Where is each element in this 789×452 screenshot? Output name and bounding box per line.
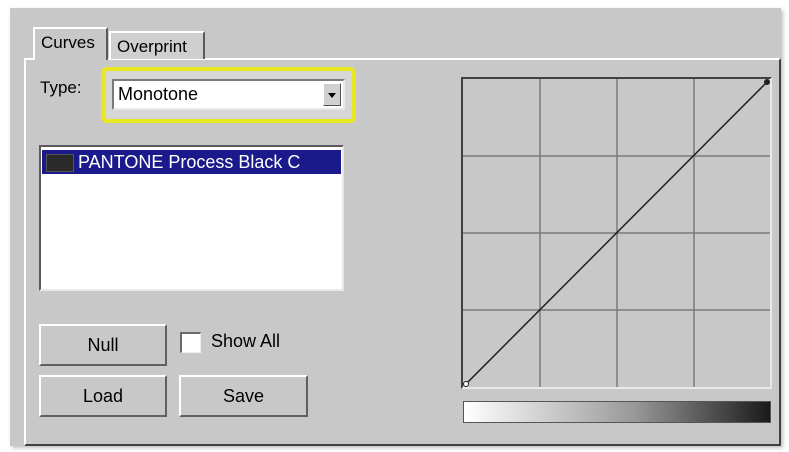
null-button[interactable]: Null (39, 324, 167, 366)
tab-overprint[interactable]: Overprint (109, 31, 205, 59)
type-label: Type: (40, 78, 82, 97)
save-button[interactable]: Save (179, 375, 308, 417)
ink-list[interactable]: PANTONE Process Black C (39, 145, 344, 291)
chevron-down-icon[interactable] (323, 83, 341, 106)
show-all-checkbox[interactable] (180, 332, 201, 353)
tab-curves[interactable]: Curves (33, 27, 108, 60)
curve-end-point[interactable] (764, 79, 770, 85)
type-select[interactable]: Monotone (112, 79, 345, 110)
type-select-value: Monotone (118, 84, 199, 104)
curve-editor[interactable] (461, 77, 772, 389)
list-item-label: PANTONE Process Black C (78, 152, 301, 172)
tab-curves-label: Curves (41, 33, 95, 52)
curve-start-point[interactable] (463, 381, 469, 387)
curve-graph[interactable] (463, 79, 770, 387)
load-button[interactable]: Load (39, 375, 167, 417)
tab-overprint-label: Overprint (117, 37, 187, 56)
tone-gradient-bar (463, 401, 771, 423)
show-all-label: Show All (211, 331, 281, 351)
ink-swatch (46, 154, 74, 172)
list-item[interactable]: PANTONE Process Black C (42, 150, 341, 174)
